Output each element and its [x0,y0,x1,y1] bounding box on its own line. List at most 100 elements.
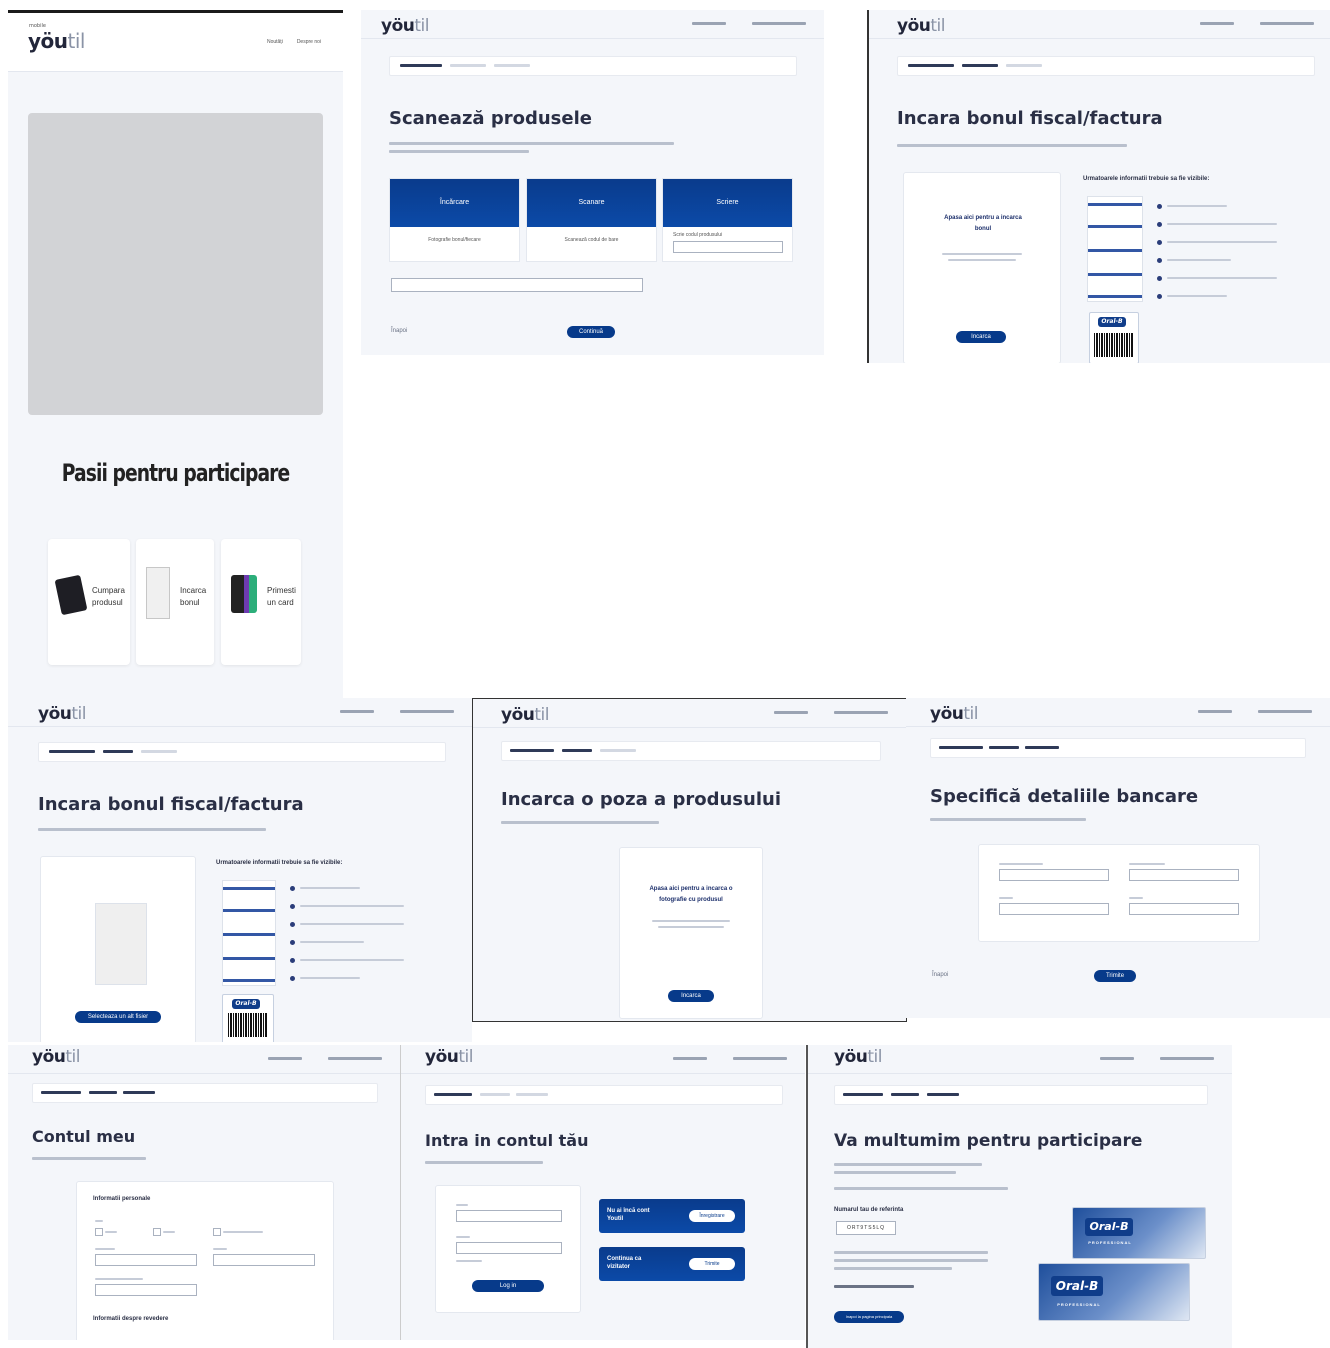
nav[interactable] [1200,22,1314,25]
screen-login: yöutil Intra in contul tău Log in Nu ai … [400,1045,805,1340]
header: yöutil [8,698,472,727]
nav-about[interactable]: Despre noi [297,39,321,45]
logo[interactable]: yöutil [897,16,945,36]
nav[interactable] [1100,1057,1214,1060]
nav[interactable] [692,22,806,25]
option-write[interactable]: Scriere Scrie codul produsului [662,178,793,262]
page-title: Incara bonul fiscal/factura [897,108,1163,129]
email-field[interactable] [456,1210,562,1222]
logo[interactable]: yöutil [930,704,978,724]
logo[interactable]: yöutil [32,1047,80,1067]
back-to-home-button[interactable]: Inapoi la pagina principala [834,1311,904,1323]
page-title: Intra in contul tău [425,1131,589,1150]
receipt-upload-area[interactable]: Apasa aici pentru a incarca bonul Incarc… [903,172,1061,363]
account-form: Informatii personale Informatii despre r… [76,1181,334,1340]
screen-bank-details: yöutil Specifică detaliile bancare Înapo… [906,698,1330,1018]
page-title: Incarca o poza a produsului [501,789,781,810]
page-title: Contul meu [32,1127,136,1146]
nav[interactable] [774,711,888,714]
barcode-icon [1094,333,1134,357]
step-label: Primesti un card [267,586,296,607]
submit-button[interactable]: Trimite [1094,970,1136,982]
option-upload[interactable]: Încărcare Fotografie bonul/fiecare [389,178,520,262]
continue-button[interactable]: Continuă [567,326,615,338]
screen-upload-product-photo: yöutil Incarca o poza a produsului Apasa… [472,698,907,1022]
page-title: Incara bonul fiscal/factura [38,794,304,815]
gender-female-radio[interactable] [153,1228,161,1236]
register-button[interactable]: Înregistrare [689,1210,735,1222]
page-title: Pasii pentru participare [61,459,290,487]
notice-box [391,278,643,292]
breadcrumb [834,1085,1208,1105]
logo[interactable]: yöutil [38,704,86,724]
reference-code: ORT9TS5LQ [836,1221,896,1235]
step-card: Primesti un card [221,539,301,665]
header: mobile yöutil Noutăți Despre noi [8,13,343,72]
logo[interactable]: yöutil [834,1047,882,1067]
password-field[interactable] [456,1242,562,1254]
iban-field[interactable] [999,903,1109,915]
receipt-preview: Selecteaza un alt fisier [40,856,196,1042]
gender-other-radio[interactable] [213,1228,221,1236]
bank-name-field[interactable] [1129,869,1239,881]
screen-upload-receipt-selected: yöutil Incara bonul fiscal/factura Selec… [8,698,472,1042]
bank-details-form [978,844,1260,942]
nav[interactable] [268,1057,382,1060]
upload-button[interactable]: Incarca [668,990,714,1002]
receipt-sample [222,880,276,986]
product-image: Oral-B [1089,312,1139,363]
product-box-image: Oral-B PROFESSIONAL [1038,1263,1190,1321]
upload-button[interactable]: Incarca [956,331,1006,343]
info-title: Urmatoarele informatii trebuie sa fie vi… [1083,176,1210,182]
breadcrumb [425,1085,783,1105]
header: yöutil [869,10,1330,39]
step-label: Cumpara produsul [92,586,125,607]
guest-continue-button[interactable]: Trimite [689,1258,735,1270]
screen-upload-receipt: yöutil Incara bonul fiscal/factura Apasa… [867,10,1330,363]
receipt-icon [146,567,170,619]
product-photo-upload-area[interactable]: Apasa aici pentru a incarca o fotografie… [619,847,763,1019]
screen-scan-products: yöutil Scanează produsele Încărcare Foto… [361,10,824,355]
page-title: Scanează produsele [389,108,592,129]
step-card: Cumpara produsul [48,539,130,665]
header: yöutil [808,1045,1232,1074]
logo[interactable]: yöutil [501,705,549,725]
header: yöutil [8,1045,400,1074]
nav[interactable] [340,710,454,713]
nav-news[interactable]: Noutăți [267,39,283,45]
barcode-icon [228,1013,268,1037]
back-link[interactable]: Înapoi [932,972,948,978]
gift-card-icon [231,575,257,613]
option-scan[interactable]: Scanare Scanează codul de bare [526,178,657,262]
product-image: Oral-B [222,994,274,1042]
birth-date-field[interactable] [95,1284,197,1296]
header: yöutil [361,10,824,39]
logo[interactable]: yöutil [425,1047,473,1067]
reference-label: Numarul tau de referinta [834,1207,904,1213]
back-link[interactable]: Înapoi [391,328,407,334]
logo[interactable]: yöutil [381,16,429,36]
breadcrumb [38,742,446,762]
nav[interactable] [1198,710,1312,713]
product-code-input[interactable] [673,241,783,253]
page-title: Specifică detaliile bancare [930,786,1199,807]
login-button[interactable]: Log in [472,1280,544,1292]
breadcrumb [32,1083,378,1103]
login-form: Log in [435,1185,581,1313]
account-holder-field[interactable] [999,869,1109,881]
register-card: Nu ai încă cont Youtil Înregistrare [599,1199,745,1233]
receipt-sample [1087,196,1143,302]
select-other-file-button[interactable]: Selecteaza un alt fisier [75,1011,161,1023]
nav[interactable] [673,1057,787,1060]
screen-my-account: yöutil Contul meu Informatii personale I… [8,1045,400,1340]
product-box-image: Oral-B PROFESSIONAL [1072,1207,1206,1259]
logo[interactable]: mobile yöutil [28,23,85,53]
header: yöutil [473,699,906,728]
header: yöutil [401,1045,805,1074]
first-name-field[interactable] [213,1254,315,1266]
last-name-field[interactable] [95,1254,197,1266]
swift-field[interactable] [1129,903,1239,915]
screen-participation-steps: mobile yöutil Noutăți Despre noi Pasii pe… [8,10,343,701]
gender-male-radio[interactable] [95,1228,103,1236]
info-title: Urmatoarele informatii trebuie sa fie vi… [216,860,343,866]
